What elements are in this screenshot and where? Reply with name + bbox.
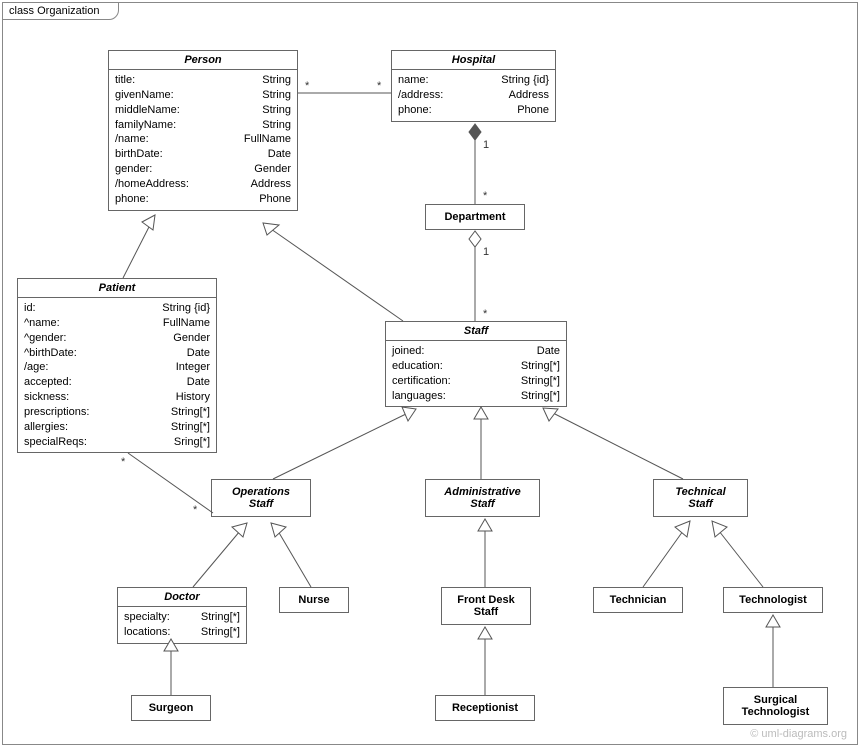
class-nurse: Nurse <box>279 587 349 613</box>
class-doctor-body: specialty:String[*] locations:String[*] <box>118 607 246 643</box>
class-doctor: Doctor specialty:String[*] locations:Str… <box>117 587 247 644</box>
class-technologist-title: Technologist <box>724 588 822 612</box>
svg-text:*: * <box>193 504 198 516</box>
frame-title: class Organization <box>2 2 119 20</box>
class-staff-title: Staff <box>386 322 566 341</box>
class-hospital-title: Hospital <box>392 51 555 70</box>
class-receptionist-title: Receptionist <box>436 696 534 720</box>
class-tech-staff: TechnicalStaff <box>653 479 748 517</box>
class-patient-title: Patient <box>18 279 216 298</box>
svg-text:*: * <box>483 190 488 202</box>
class-person-body: title:String givenName:String middleName… <box>109 70 297 210</box>
class-frontdesk: Front DeskStaff <box>441 587 531 625</box>
class-staff: Staff joined:Date education:String[*] ce… <box>385 321 567 407</box>
class-hospital: Hospital name:String {id} /address:Addre… <box>391 50 556 122</box>
svg-text:*: * <box>483 308 488 320</box>
class-staff-body: joined:Date education:String[*] certific… <box>386 341 566 406</box>
watermark: © uml-diagrams.org <box>750 728 847 740</box>
class-person: Person title:String givenName:String mid… <box>108 50 298 211</box>
class-technician-title: Technician <box>594 588 682 612</box>
class-operations-staff: OperationsStaff <box>211 479 311 517</box>
class-nurse-title: Nurse <box>280 588 348 612</box>
class-surgeon-title: Surgeon <box>132 696 210 720</box>
svg-text:1: 1 <box>483 139 489 151</box>
class-tech-title: TechnicalStaff <box>654 480 747 516</box>
svg-text:1: 1 <box>483 246 489 258</box>
class-hospital-body: name:String {id} /address:Address phone:… <box>392 70 555 121</box>
package-frame: class Organization Person title:String g… <box>2 2 858 745</box>
class-doctor-title: Doctor <box>118 588 246 607</box>
class-surgical-technologist: SurgicalTechnologist <box>723 687 828 725</box>
class-patient: Patient id:String {id} ^name:FullName ^g… <box>17 278 217 453</box>
class-patient-body: id:String {id} ^name:FullName ^gender:Ge… <box>18 298 216 452</box>
class-surgeon: Surgeon <box>131 695 211 721</box>
svg-text:*: * <box>305 80 310 92</box>
class-surgtech-title: SurgicalTechnologist <box>724 688 827 724</box>
class-person-title: Person <box>109 51 297 70</box>
class-department-title: Department <box>426 205 524 229</box>
class-technologist: Technologist <box>723 587 823 613</box>
class-frontdesk-title: Front DeskStaff <box>442 588 530 624</box>
class-ops-title: OperationsStaff <box>212 480 310 516</box>
class-receptionist: Receptionist <box>435 695 535 721</box>
class-admin-staff: AdministrativeStaff <box>425 479 540 517</box>
svg-text:*: * <box>377 80 382 92</box>
class-department: Department <box>425 204 525 230</box>
svg-text:*: * <box>121 456 126 468</box>
class-admin-title: AdministrativeStaff <box>426 480 539 516</box>
class-technician: Technician <box>593 587 683 613</box>
